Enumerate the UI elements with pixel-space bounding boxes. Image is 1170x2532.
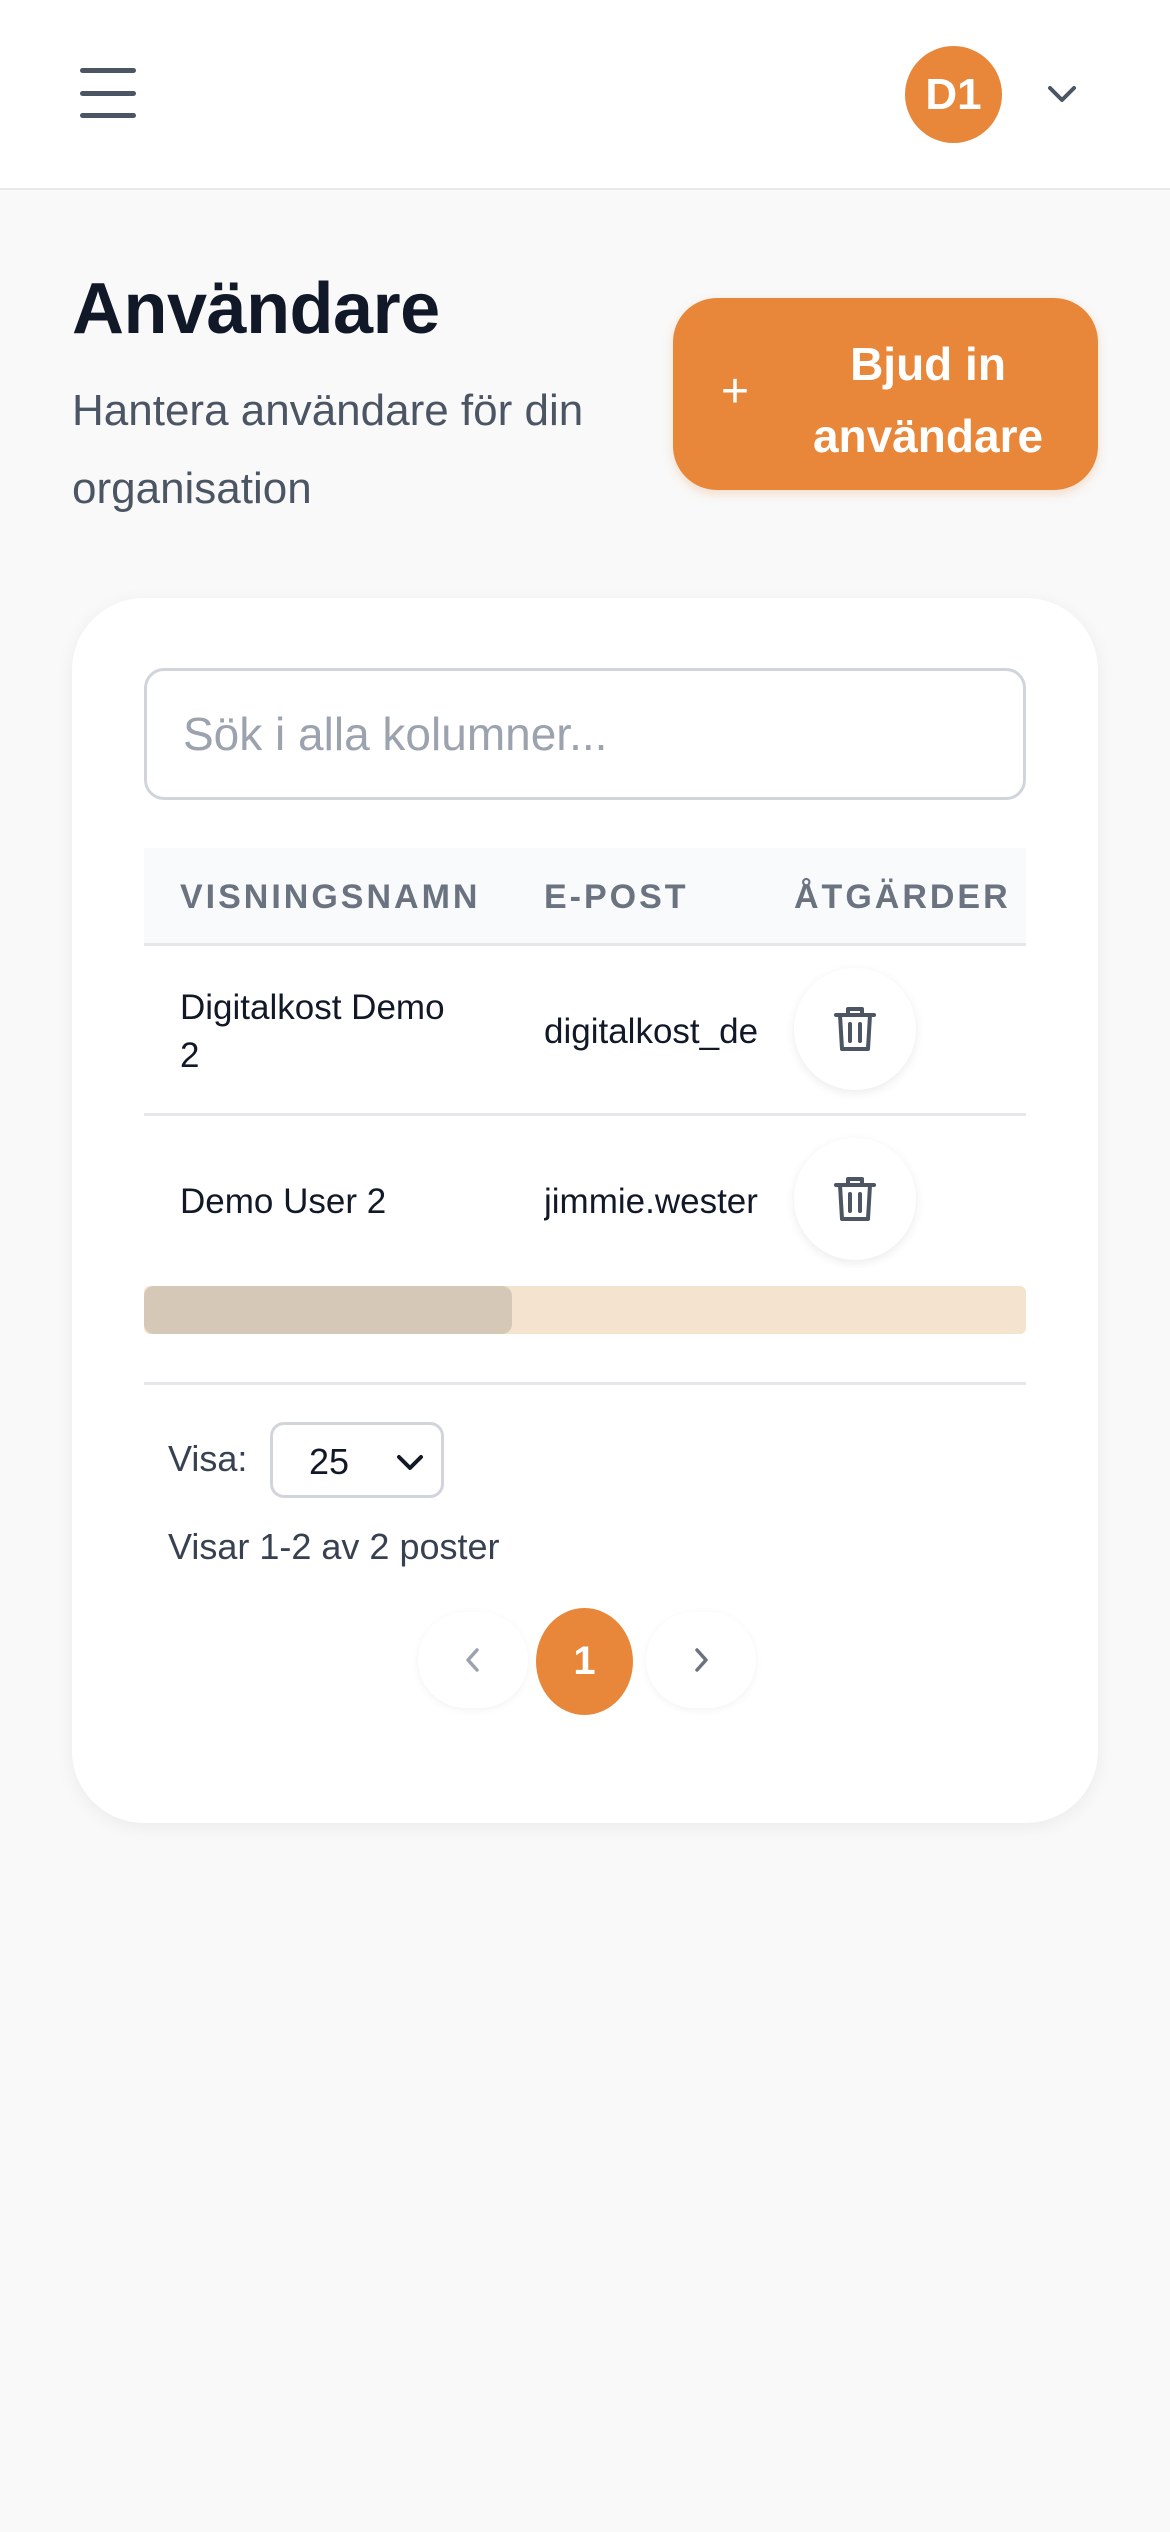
hamburger-menu-icon[interactable] [80,68,136,118]
user-display-name: Digitalkost Demo 2 [180,988,445,1075]
invite-user-button[interactable]: + Bjud in användare [673,298,1098,490]
delete-user-button[interactable] [794,1138,916,1260]
records-count: Visar 1-2 av 2 poster [168,1526,500,1567]
users-table: VISNINGSNAMN E-POST ÅTGÄRDER Digitalkost… [144,848,1026,1268]
top-bar: D1 [0,0,1170,190]
chevron-right-icon [695,1648,708,1672]
divider [144,1382,1026,1385]
chevron-down-icon [397,1455,423,1470]
chevron-left-icon [466,1648,479,1672]
users-card: VISNINGSNAMN E-POST ÅTGÄRDER Digitalkost… [72,598,1098,1823]
table-row: Digitalkost Demo 2 digitalkost_demo [144,946,1026,1116]
scrollbar-thumb[interactable] [144,1286,512,1334]
page-subtitle: Hantera användare för din organisation [72,386,584,513]
user-avatar[interactable]: D1 [905,46,1002,143]
trash-icon [834,1177,876,1221]
plus-icon: + [721,365,750,418]
user-email: jimmie.westerberg [544,1182,759,1221]
table-header: VISNINGSNAMN E-POST ÅTGÄRDER [144,848,1026,946]
previous-page-button[interactable] [418,1612,528,1708]
horizontal-scrollbar[interactable] [144,1286,1026,1334]
trash-icon [834,1007,876,1051]
search-input[interactable] [144,668,1026,800]
page-size-label: Visa: [168,1438,248,1479]
chevron-down-icon[interactable] [1040,74,1084,114]
delete-user-button[interactable] [794,968,916,1090]
page-title: Användare [72,269,440,349]
invite-user-label: Bjud in användare [812,338,1044,462]
page-number-button[interactable]: 1 [536,1608,633,1715]
column-header-actions: ÅTGÄRDER [794,878,1011,916]
table-row: Demo User 2 jimmie.westerberg [144,1116,1026,1268]
next-page-button[interactable] [646,1612,756,1708]
user-email: digitalkost_demo [544,1012,759,1051]
page-size-select[interactable]: 25 [270,1422,444,1498]
page-size-value: 25 [309,1441,350,1482]
column-header-display-name[interactable]: VISNINGSNAMN [180,878,480,917]
column-header-email[interactable]: E-POST [544,878,689,917]
user-display-name: Demo User 2 [180,1182,387,1221]
